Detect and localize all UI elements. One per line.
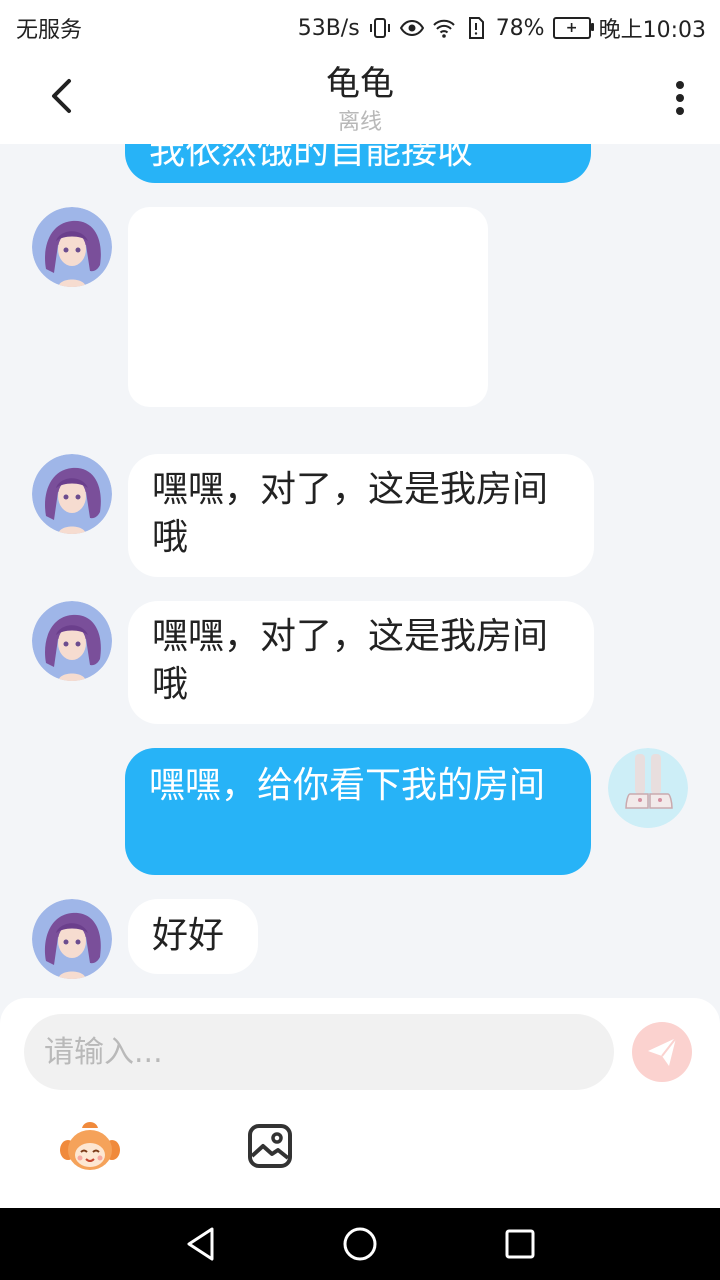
eye-icon — [399, 16, 424, 40]
image-icon — [248, 1124, 292, 1168]
status-bar: 无服务 53B/s 78% + 晚上10:03 — [0, 0, 720, 50]
vibrate-icon — [368, 16, 392, 40]
contact-status: 离线 — [337, 110, 382, 135]
more-vertical-icon — [676, 81, 684, 115]
image-picker-button[interactable] — [246, 1122, 294, 1170]
contact-avatar[interactable] — [32, 454, 112, 534]
contact-avatar[interactable] — [32, 207, 112, 287]
paper-plane-icon — [648, 1037, 677, 1066]
contact-name: 龟龟 — [326, 64, 394, 104]
wifi-icon — [432, 16, 456, 40]
network-speed: 53B/s — [297, 15, 360, 41]
message-bubble-incoming[interactable]: 嘿嘿，对了，这是我房间哦 — [128, 601, 594, 724]
sticker-button[interactable] — [58, 1118, 122, 1174]
battery-percent: 78% — [495, 15, 545, 41]
message-bubble-incoming[interactable] — [128, 207, 488, 407]
composer — [0, 998, 720, 1208]
my-avatar[interactable] — [608, 748, 688, 828]
clock: 晚上10:03 — [598, 18, 706, 43]
message-input[interactable] — [24, 1014, 614, 1090]
message-text: 嘿嘿，对了，这是我房间哦 — [152, 616, 549, 705]
message-text: 嘿嘿，给你看下我的房间 — [149, 765, 546, 806]
message-text: 我依然饿的自能接收 — [149, 144, 474, 172]
triangle-back-icon — [187, 1227, 214, 1261]
message-bubble-outgoing[interactable]: 我依然饿的自能接收 — [125, 144, 591, 183]
nav-home-button[interactable] — [340, 1224, 380, 1264]
sim-alert-icon — [464, 16, 488, 40]
nav-recent-button[interactable] — [500, 1224, 540, 1264]
message-bubble-incoming[interactable]: 好好 — [128, 899, 258, 974]
message-bubble-incoming[interactable]: 嘿嘿，对了，这是我房间哦 — [128, 454, 594, 577]
more-options-button[interactable] — [666, 74, 694, 122]
nav-back-button[interactable] — [180, 1224, 220, 1264]
contact-avatar[interactable] — [32, 601, 112, 681]
carrier-text: 无服务 — [16, 18, 83, 43]
message-bubble-outgoing[interactable]: 嘿嘿，给你看下我的房间 — [125, 748, 591, 875]
chat-header: 龟龟 离线 — [0, 50, 720, 144]
message-text: 嘿嘿，对了，这是我房间哦 — [152, 469, 549, 558]
message-text: 好好 — [152, 915, 225, 956]
status-icons: 53B/s 78% + 晚上10:03 — [298, 12, 706, 44]
system-nav-bar — [0, 1208, 720, 1280]
battery-icon: + — [552, 17, 594, 39]
circle-home-icon — [343, 1227, 377, 1261]
contact-avatar[interactable] — [32, 899, 112, 979]
square-recent-icon — [505, 1229, 535, 1259]
send-button[interactable] — [632, 1022, 692, 1082]
message-list[interactable]: 我依然饿的自能接收 嘿嘿，对了，这是我房间哦 嘿嘿，对了，这是我房间哦 嘿嘿，给… — [0, 144, 720, 998]
mascot-icon — [60, 1122, 120, 1170]
